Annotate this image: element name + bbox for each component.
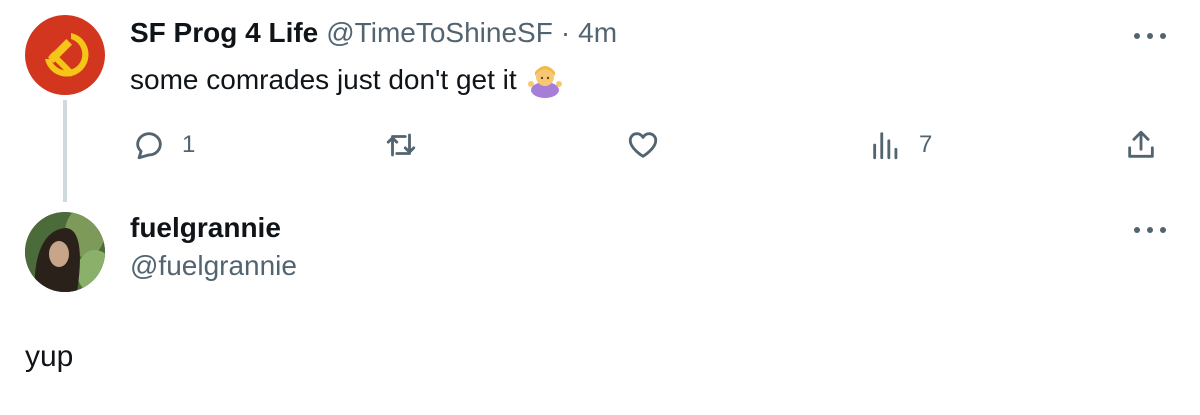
timestamp[interactable]: 4m — [578, 17, 617, 49]
display-name[interactable]: fuelgrannie — [130, 212, 297, 244]
more-options-icon[interactable] — [1134, 223, 1166, 237]
share-button[interactable] — [1124, 128, 1158, 162]
person-shrugging-emoji — [527, 66, 562, 98]
display-name[interactable]: SF Prog 4 Life — [130, 17, 318, 49]
reply-icon — [136, 132, 162, 160]
views-bar-chart-icon — [873, 132, 898, 160]
retweet-button[interactable] — [384, 128, 418, 162]
avatar[interactable] — [25, 212, 105, 292]
thread-line — [63, 100, 67, 202]
profile-photo — [25, 212, 105, 292]
more-options-icon[interactable] — [1134, 29, 1166, 43]
tweet-text-content: some comrades just don't get it — [130, 64, 517, 95]
reply-header: fuelgrannie @fuelgrannie — [130, 212, 297, 282]
share-upload-icon — [1128, 130, 1154, 158]
views-count: 7 — [919, 131, 933, 158]
hammer-and-sickle-icon — [45, 33, 89, 77]
reply-text: yup — [25, 340, 74, 373]
user-handle[interactable]: @fuelgrannie — [130, 250, 297, 282]
avatar[interactable] — [25, 15, 105, 95]
tweet-text: some comrades just don't get it — [130, 62, 563, 98]
retweet-icon — [386, 133, 416, 157]
reply-button[interactable]: 1 — [132, 128, 195, 162]
reply-count: 1 — [182, 131, 196, 158]
separator-dot: · — [560, 17, 571, 48]
views-button[interactable]: 7 — [869, 128, 932, 162]
like-button[interactable] — [626, 128, 660, 162]
tweet-header: SF Prog 4 Life @TimeToShineSF · 4m — [130, 17, 617, 49]
user-handle[interactable]: @TimeToShineSF — [326, 17, 553, 49]
heart-icon — [628, 132, 658, 158]
